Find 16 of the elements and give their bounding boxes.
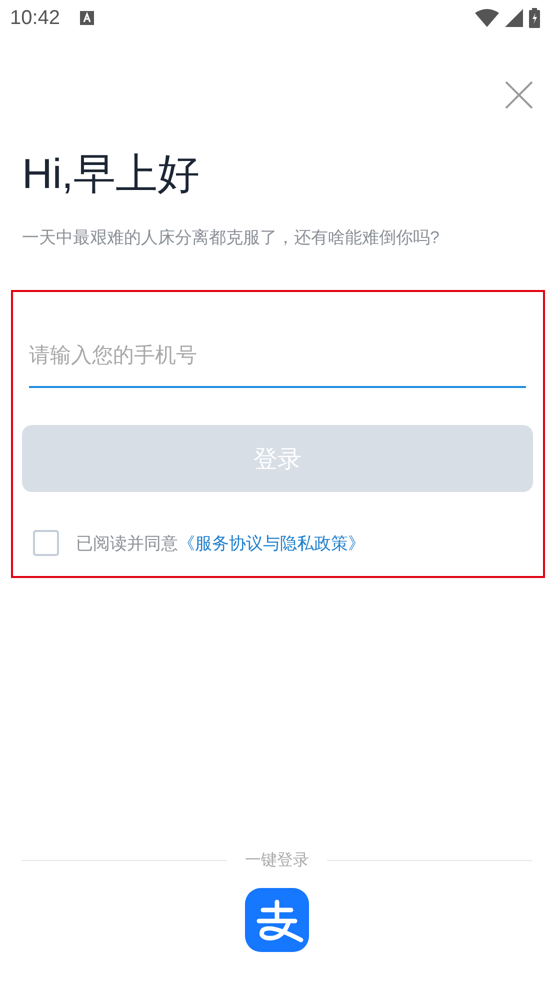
signal-icon	[505, 9, 523, 27]
subtitle-text: 一天中最艰难的人床分离都克服了，还有啥能难倒你吗?	[22, 227, 440, 249]
notification-icon	[80, 11, 94, 25]
quick-login-label: 一键登录	[245, 851, 309, 871]
phone-input-field[interactable]: 请输入您的手机号	[29, 326, 526, 388]
battery-icon	[529, 8, 540, 28]
payment-app-icon	[245, 888, 309, 952]
agreement-text: 已阅读并同意	[76, 532, 178, 554]
greeting-title: Hi,早上好	[22, 149, 200, 199]
wifi-icon	[475, 9, 499, 27]
close-icon	[504, 80, 534, 110]
alipay-login-button[interactable]	[245, 888, 309, 952]
close-button[interactable]	[504, 80, 534, 110]
clock-time: 10:42	[10, 6, 60, 30]
agreement-link[interactable]: 《服务协议与隐私政策》	[178, 532, 365, 554]
agreement-checkbox[interactable]	[33, 530, 59, 556]
